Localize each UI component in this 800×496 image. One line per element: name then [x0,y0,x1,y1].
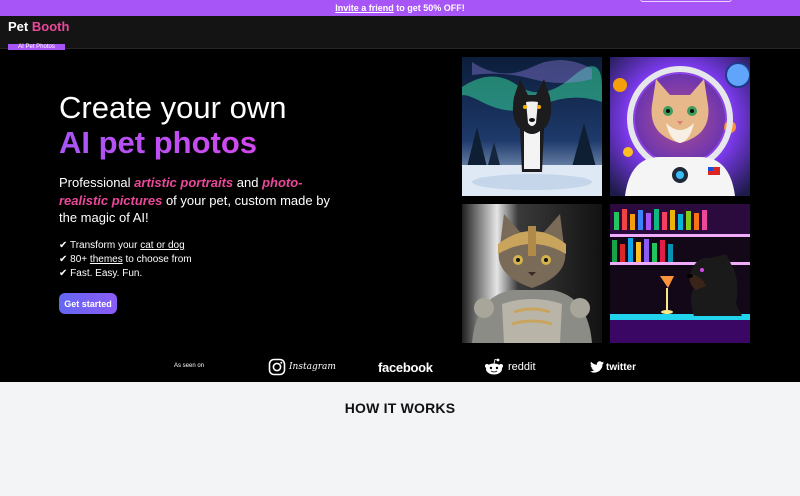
husky-aurora-photo [462,57,602,196]
lead-text-2: and [233,175,263,190]
feature-item: ✔ Transform your cat or dog [59,240,185,251]
logo-word-pet: Pet [8,19,29,34]
logo-word-booth: Booth [31,19,70,34]
twitter-wordmark: twitter [606,361,636,373]
twitter-bird-icon [590,361,604,373]
astronaut-cat-image [610,57,750,196]
instagram-icon [268,358,286,376]
feature-list: ✔ Transform your cat or dog ✔ 80+ themes… [59,239,192,281]
promo-text: to get 50% OFF! [393,3,465,13]
as-seen-on-bar: As seen on Instagram facebook reddit twi… [0,352,800,382]
headline-line-2: AI pet photos [59,125,286,160]
themes-link[interactable]: themes [90,254,123,265]
facebook-wordmark: facebook [378,359,433,375]
promo-button-edge[interactable] [640,0,732,2]
reddit-icon [485,358,503,375]
feature-item: ✔ 80+ themes to choose from [59,254,192,265]
lead-text-1: Professional [59,175,135,190]
hero-section: Create your own AI pet photos Profession… [0,50,800,382]
dog-bar-photo [610,204,750,343]
astronaut-cat-photo [610,57,750,196]
as-seen-on-label: As seen on [174,363,205,369]
instagram-logo: Instagram [268,356,336,378]
twitter-logo: twitter [590,356,636,378]
instagram-wordmark: Instagram [289,362,336,372]
knight-cat-image [462,204,602,343]
cat-or-dog-link[interactable]: cat or dog [140,240,184,251]
reddit-wordmark: reddit [508,361,536,373]
invite-friend-link[interactable]: Invite a friend [335,3,394,13]
logo-title: Pet Booth [8,19,69,35]
feature-item: ✔ Fast. Easy. Fun. [59,268,143,279]
headline-line-1: Create your own [59,90,287,125]
logo[interactable]: Pet Booth AI Pet Photos [8,19,69,53]
how-it-works-section: HOW IT WORKS [0,382,800,496]
reddit-logo: reddit [484,356,536,378]
hero-headline: Create your own AI pet photos [59,90,286,160]
how-it-works-title: HOW IT WORKS [344,400,456,416]
promo-banner: Invite a friend to get 50% OFF! [0,0,800,16]
facebook-logo: facebook [378,356,433,378]
get-started-button[interactable]: Get started [59,293,117,314]
dog-bar-image [610,204,750,343]
husky-aurora-image [462,57,602,196]
knight-cat-photo [462,204,602,343]
site-header: Pet Booth AI Pet Photos [0,16,800,51]
lead-emphasis-artistic: artistic portraits [134,175,234,190]
hero-lead: Professional artistic portraits and phot… [59,174,344,227]
